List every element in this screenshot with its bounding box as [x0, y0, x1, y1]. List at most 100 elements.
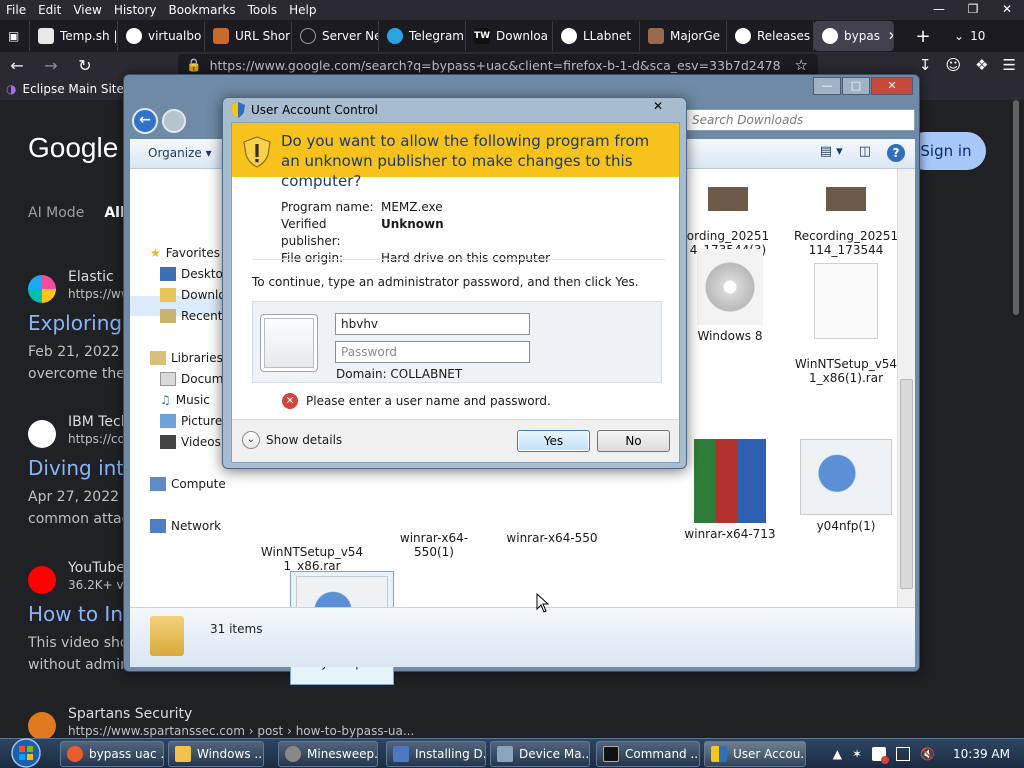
menu-file[interactable]: File — [0, 3, 32, 17]
taskbar-uac[interactable]: User Accou... — [704, 741, 806, 767]
uac-question: Do you want to allow the following progr… — [281, 132, 650, 190]
tab-ai-mode[interactable]: AI Mode — [28, 205, 84, 221]
result-title[interactable]: Diving into — [28, 456, 136, 480]
tab-server[interactable]: Server Ne — [292, 21, 379, 51]
tab-tempsh[interactable]: Temp.sh | Te — [30, 21, 118, 51]
taskbar-device-manager[interactable]: Device Ma... — [490, 741, 590, 767]
file-y04nfp-1[interactable]: y04nfp(1) — [794, 439, 898, 533]
nav-pictures[interactable]: Pictures — [160, 414, 229, 428]
view-tools: ▤ ▾ ◫ ? — [820, 144, 905, 162]
nav-favorites[interactable]: ★ Favorites — [150, 246, 220, 260]
extensions-icon[interactable]: ❖ — [975, 56, 988, 74]
google-favicon-icon — [126, 28, 142, 44]
password-field[interactable]: Password — [335, 341, 530, 363]
yes-button[interactable]: Yes — [517, 430, 590, 452]
tab-virtualbox[interactable]: virtualbo — [118, 21, 205, 51]
minimize-icon[interactable]: — — [813, 77, 841, 95]
file-list-scrollbar[interactable] — [897, 169, 915, 607]
clock[interactable]: 10:39 AM — [953, 747, 1010, 761]
back-icon[interactable]: ← — [0, 56, 34, 75]
bookmark-eclipse[interactable]: Eclipse Main Site — [22, 82, 123, 96]
show-details-toggle[interactable]: ⌄ Show details — [242, 431, 342, 449]
close-icon[interactable]: ✕ — [990, 0, 1024, 20]
hamburger-menu-icon[interactable]: ☰ — [1003, 56, 1016, 74]
no-button[interactable]: No — [597, 430, 670, 452]
desktop-icon — [160, 267, 176, 281]
bookmark-star-icon[interactable]: ☆ — [795, 56, 808, 74]
nav-network[interactable]: Network — [150, 519, 221, 533]
nav-videos[interactable]: Videos — [160, 435, 221, 449]
tab-label: virtualbo — [148, 29, 202, 43]
file-recording[interactable]: Recording_20251 114_173544 — [794, 173, 898, 257]
taskbar-minesweeper[interactable]: Minesweep... — [278, 741, 378, 767]
file-windows8-iso[interactable]: Windows 8 — [678, 249, 782, 343]
taskbar-firefox[interactable]: bypass uac ... — [60, 741, 164, 767]
uac-dialog: User Account Control ✕ Do you want to al… — [222, 97, 687, 469]
nav-music[interactable]: ♫ Music — [160, 393, 210, 407]
tab-telegram[interactable]: Telegram — [379, 21, 466, 51]
file-winntsetup-1[interactable]: WinNTSetup_v54 1_x86(1).rar — [794, 249, 898, 385]
menu-tools[interactable]: Tools — [242, 3, 284, 17]
menu-bookmarks[interactable]: Bookmarks — [163, 3, 242, 17]
file-winrar-713[interactable]: winrar-x64-713 — [678, 439, 782, 541]
organize-button[interactable]: Organize ▾ — [148, 146, 212, 160]
details-pane: 31 items — [130, 607, 915, 667]
result-title[interactable]: How to Ins — [28, 602, 133, 626]
tray-expand-icon[interactable]: ▲ — [833, 747, 842, 761]
start-button-icon[interactable] — [4, 737, 44, 768]
tab-close-icon[interactable]: ✕ — [888, 29, 893, 43]
file-winntsetup[interactable]: WinNTSetup_v54 1_x86.rar — [260, 531, 364, 573]
tab-majorgeeks[interactable]: MajorGe — [640, 21, 727, 51]
action-center-flag-icon[interactable] — [872, 747, 890, 764]
tab-url-shortener[interactable]: URL Shor — [205, 21, 292, 51]
nav-documents[interactable]: Docume — [160, 372, 231, 386]
tab-list-button[interactable]: ▣ — [0, 21, 30, 51]
back-arrow-icon[interactable]: ← — [132, 108, 158, 134]
volume-muted-icon[interactable]: 🔇 — [920, 747, 935, 761]
nav-downloads[interactable]: Downlo — [160, 288, 226, 302]
file-winrar-550-1[interactable]: winrar-x64-550(1) — [382, 531, 486, 559]
page-scrollbar[interactable] — [1008, 100, 1024, 740]
forward-arrow-icon[interactable] — [162, 109, 186, 133]
view-options-icon[interactable]: ▤ ▾ — [820, 144, 843, 162]
account-icon[interactable]: ☺ — [945, 56, 961, 74]
menu-view[interactable]: View — [67, 3, 107, 17]
search-downloads-input[interactable]: Search Downloads — [685, 109, 915, 131]
taskbar-explorer[interactable]: Windows ... — [168, 741, 264, 767]
help-icon[interactable]: ? — [887, 144, 905, 162]
tab-bypass-active[interactable]: bypas ✕ — [814, 21, 894, 51]
tab-bar: ▣ Temp.sh | Te virtualbo URL Shor Server… — [0, 20, 1024, 52]
menu-help[interactable]: Help — [283, 3, 322, 17]
minimize-icon[interactable]: — — [922, 0, 956, 20]
nav-computer[interactable]: Compute — [150, 477, 226, 491]
network-icon[interactable] — [896, 747, 911, 761]
reload-icon[interactable]: ↻ — [68, 56, 102, 75]
scrollbar-thumb[interactable] — [900, 379, 913, 589]
preview-pane-icon[interactable]: ◫ — [859, 144, 871, 162]
username-field[interactable]: hbvhv — [335, 313, 530, 335]
forward-icon[interactable]: → — [34, 56, 68, 75]
tab-releases[interactable]: Releases — [727, 21, 814, 51]
taskbar-command-prompt[interactable]: Command ... — [596, 741, 700, 767]
file-recording-3[interactable]: ording_20251 4_173544(3) — [676, 173, 780, 257]
tab-all[interactable]: All — [104, 205, 124, 221]
maximize-icon[interactable]: □ — [842, 77, 870, 95]
menu-history[interactable]: History — [108, 3, 163, 17]
music-icon: ♫ — [160, 393, 171, 407]
dialog-close-button[interactable]: ✕ — [640, 99, 676, 115]
url-bar[interactable]: 🔒 https://www.google.com/search?q=bypass… — [178, 54, 818, 76]
tab-overflow-button[interactable]: ⌄ 10 — [946, 21, 993, 51]
download-icon[interactable]: ↧ — [919, 56, 932, 74]
menu-edit[interactable]: Edit — [32, 3, 67, 17]
nav-libraries[interactable]: Libraries — [150, 351, 223, 365]
taskbar-installing[interactable]: Installing D... — [386, 741, 486, 767]
info-icon — [300, 28, 316, 44]
close-icon[interactable]: ✕ — [871, 77, 913, 95]
tab-llabnet[interactable]: LLabnet — [553, 21, 640, 51]
tab-downloads[interactable]: TW Downloa — [466, 21, 553, 51]
restore-icon[interactable]: ❐ — [956, 0, 990, 20]
file-winrar-550[interactable]: winrar-x64-550 — [500, 531, 604, 545]
new-tab-button[interactable]: + — [908, 26, 938, 47]
scrollbar-thumb[interactable] — [1013, 100, 1019, 315]
nav-desktop[interactable]: Desktop — [160, 267, 231, 281]
